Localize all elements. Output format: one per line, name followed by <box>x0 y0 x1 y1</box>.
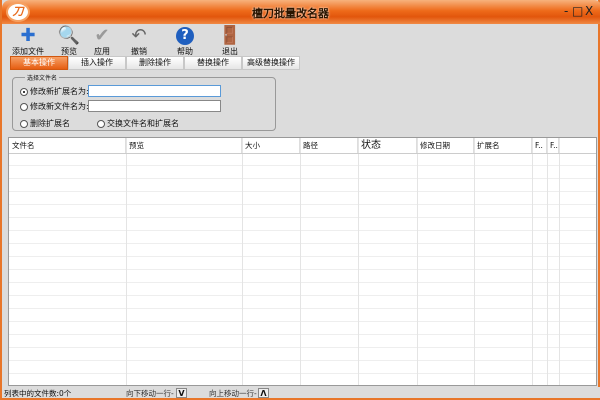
column-divider <box>532 138 533 385</box>
table-row[interactable] <box>9 231 596 244</box>
option-label: 删除扩展名 <box>30 119 70 128</box>
column-divider <box>417 138 418 385</box>
table-row[interactable] <box>9 348 596 361</box>
move-up-label: 向上移动一行- <box>209 389 257 398</box>
radio-change-extension[interactable]: 修改新扩展名为: <box>20 86 89 97</box>
app-logo: 刀 <box>6 2 30 22</box>
column-divider <box>559 138 560 385</box>
tab-insert[interactable]: 插入操作 <box>68 56 126 70</box>
column-divider <box>358 138 359 385</box>
minimize-button[interactable]: - <box>564 4 568 18</box>
group-title: 选择文件名 <box>25 73 60 82</box>
column-divider <box>242 138 243 385</box>
radio-change-filename[interactable]: 修改新文件名为: <box>20 101 89 112</box>
toolbar-button-help[interactable]: ? 帮助 <box>165 26 205 57</box>
table-row[interactable] <box>9 309 596 322</box>
tab-replace[interactable]: 替换操作 <box>184 56 242 70</box>
radio-icon <box>97 119 105 128</box>
table-row[interactable] <box>9 218 596 231</box>
table-row[interactable] <box>9 374 596 385</box>
radio-icon <box>20 87 28 96</box>
column-header[interactable]: 预览 <box>126 138 242 153</box>
logo-text: 刀 <box>12 5 24 18</box>
window-title: 檀刀批量改名器 <box>252 7 329 20</box>
exit-icon: 🚪 <box>218 25 242 46</box>
close-button[interactable]: X <box>585 4 593 18</box>
radio-delete-extension[interactable]: 删除扩展名 <box>20 118 70 129</box>
move-down-label: 向下移动一行- <box>126 389 174 398</box>
table-row[interactable] <box>9 244 596 257</box>
tab-advanced-replace[interactable]: 高级替换操作 <box>242 56 300 70</box>
table-row[interactable] <box>9 270 596 283</box>
table-row[interactable] <box>9 192 596 205</box>
table-row[interactable] <box>9 205 596 218</box>
table-row[interactable] <box>9 166 596 179</box>
column-header[interactable]: 修改日期 <box>417 138 474 153</box>
table-row[interactable] <box>9 257 596 270</box>
table-row[interactable] <box>9 335 596 348</box>
extension-input[interactable] <box>88 85 221 97</box>
column-header[interactable]: 大小 <box>242 138 300 153</box>
table-row[interactable] <box>9 153 596 166</box>
status-bar: 列表中的文件数:0个 向下移动一行- V 向上移动一行- Λ <box>4 387 600 398</box>
column-header[interactable]: 路径 <box>300 138 358 153</box>
tab-bar: 基本操作 插入操作 删除操作 替换操作 高级替换操作 <box>10 56 300 70</box>
filename-input[interactable] <box>88 100 221 112</box>
column-header[interactable]: F.. <box>532 138 547 153</box>
table-row[interactable] <box>9 179 596 192</box>
header-divider <box>9 153 596 154</box>
main-window: 刀 檀刀批量改名器 - □ X ✚ 添加文件 🔍 预览 ✔ 应用 ↶ 撤销? 帮助 🚪 退出 基本操… <box>0 0 600 400</box>
toolbar-button-exit[interactable]: 🚪 退出 <box>210 26 250 57</box>
maximize-button[interactable]: □ <box>572 4 583 18</box>
radio-swap-name-extension[interactable]: 交换文件名和扩展名 <box>97 118 179 129</box>
option-label: 交换文件名和扩展名 <box>107 119 179 128</box>
move-up-button[interactable]: Λ <box>258 388 269 398</box>
toolbar-button-check[interactable]: ✔ 应用 <box>82 26 122 57</box>
option-label: 修改新扩展名为: <box>30 87 89 96</box>
toolbar-button-undo[interactable]: ↶ 撤销 <box>119 26 159 57</box>
table-row[interactable] <box>9 296 596 309</box>
tab-basic[interactable]: 基本操作 <box>10 56 68 70</box>
radio-icon <box>20 102 28 111</box>
help-icon: ? <box>176 27 194 45</box>
column-header[interactable]: 文件名 <box>9 138 126 153</box>
move-down-button[interactable]: V <box>176 388 187 398</box>
file-count: 列表中的文件数:0个 <box>4 389 72 398</box>
radio-icon <box>20 119 28 128</box>
table-row[interactable] <box>9 283 596 296</box>
column-header[interactable]: 状态 <box>358 138 417 153</box>
table-row[interactable] <box>9 322 596 335</box>
undo-icon: ↶ <box>131 25 147 46</box>
title-bar: 刀 檀刀批量改名器 - □ X <box>2 0 600 24</box>
filename-options-group: 选择文件名 修改新扩展名为: 修改新文件名为: 删除扩展名 交换文件名和扩展名 <box>12 73 276 131</box>
file-list-table[interactable]: 文件名 预览 大小 路径 状态 修改日期 扩展名 F.. F.. <box>8 137 597 386</box>
table-row[interactable] <box>9 361 596 374</box>
column-header[interactable]: 扩展名 <box>474 138 532 153</box>
tab-delete[interactable]: 删除操作 <box>126 56 184 70</box>
check-icon: ✔ <box>94 25 110 46</box>
column-header[interactable]: F.. <box>547 138 559 153</box>
column-divider <box>126 138 127 385</box>
plus-icon: ✚ <box>20 25 36 46</box>
toolbar-button-plus[interactable]: ✚ 添加文件 <box>8 26 48 57</box>
option-label: 修改新文件名为: <box>30 102 89 111</box>
column-divider <box>547 138 548 385</box>
column-divider <box>300 138 301 385</box>
column-divider <box>474 138 475 385</box>
